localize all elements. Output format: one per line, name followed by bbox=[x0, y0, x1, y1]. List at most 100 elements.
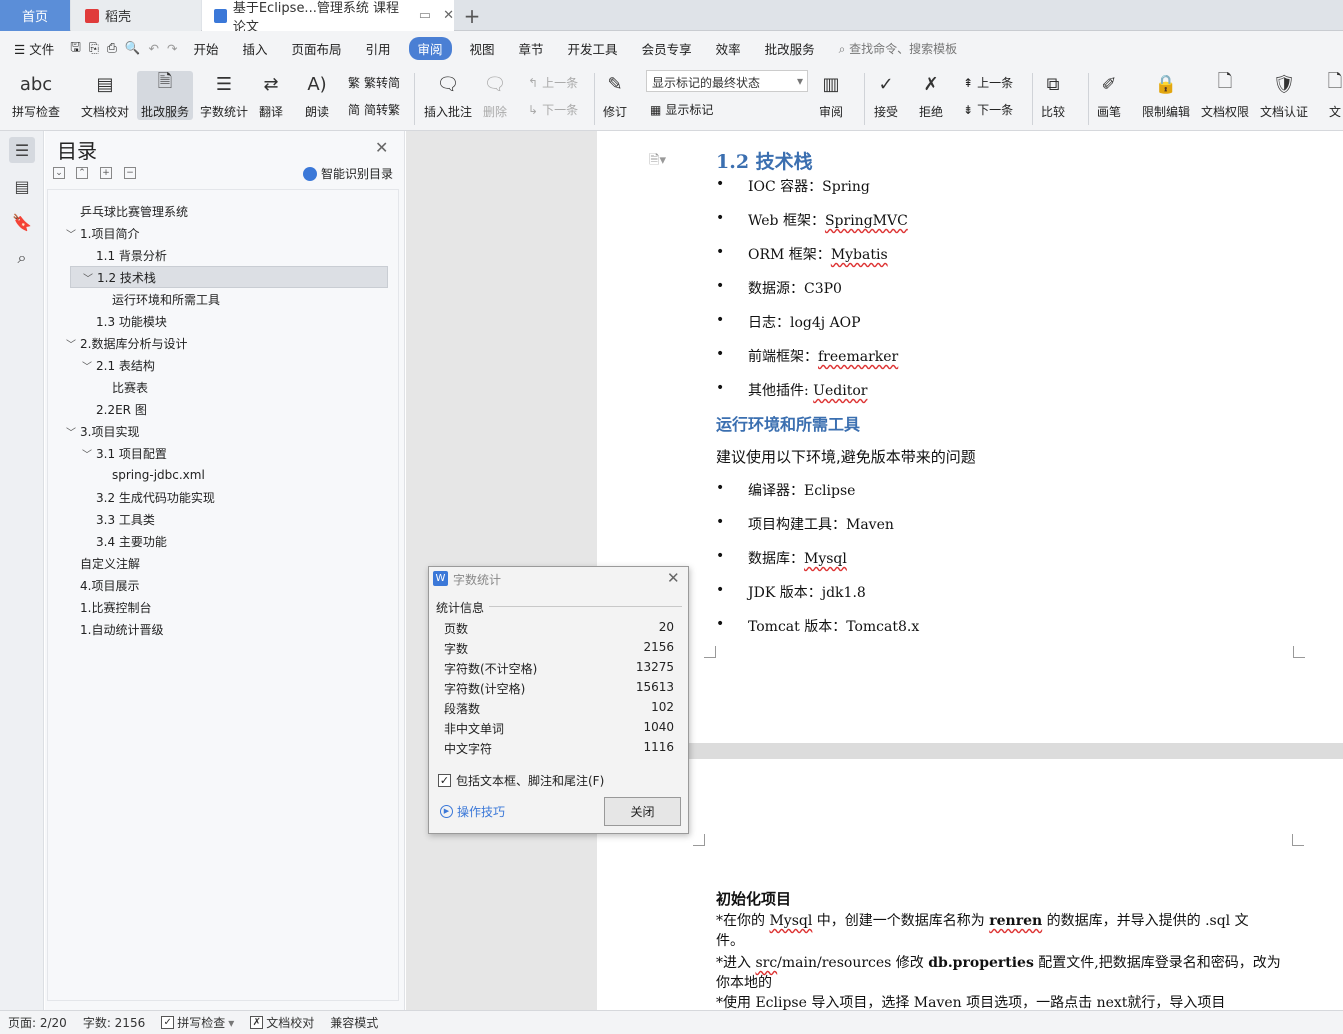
include-textbox-checkbox[interactable]: ✓ 包括文本框、脚注和尾注(F) bbox=[438, 772, 604, 789]
prev-comment-button[interactable]: ↰ 上一条 bbox=[528, 74, 578, 91]
menu-insert[interactable]: 插入 bbox=[230, 39, 279, 58]
remove-level-icon[interactable]: − bbox=[124, 167, 136, 179]
outline-item[interactable]: 3.2 生成代码功能实现 bbox=[48, 486, 392, 508]
outline-item[interactable]: 1.3 功能模块 bbox=[48, 310, 392, 332]
collapse-all-icon[interactable]: ⌄ bbox=[53, 167, 65, 179]
insert-comment-button[interactable]: 🗨 插入批注 bbox=[424, 71, 472, 120]
outline-item[interactable]: 比赛表 bbox=[48, 376, 392, 398]
undo-icon[interactable]: ↶ bbox=[144, 41, 162, 56]
next-change-button[interactable]: ⇟ 下一条 bbox=[963, 101, 1013, 118]
outline-item[interactable]: ﹀ 2.1 表结构 bbox=[48, 354, 392, 376]
menu-efficiency[interactable]: 效率 bbox=[704, 39, 753, 58]
outline-item[interactable]: 4.项目展示 bbox=[48, 574, 392, 596]
spellcheck-status[interactable]: ✓ 拼写检查 ▾ bbox=[153, 1014, 242, 1031]
outline-item[interactable]: ﹀ 1.2 技术栈 bbox=[70, 266, 388, 288]
outline-item[interactable]: ﹀ 1.项目简介 bbox=[48, 222, 392, 244]
menu-member[interactable]: 会员专享 bbox=[630, 39, 704, 58]
tips-link[interactable]: ▶ 操作技巧 bbox=[440, 803, 505, 820]
outline-item[interactable]: 乒乓球比赛管理系统 bbox=[48, 200, 392, 222]
close-tab-icon[interactable]: ✕ bbox=[443, 8, 454, 23]
menu-reference[interactable]: 引用 bbox=[353, 39, 402, 58]
outline-item[interactable]: ﹀ 2.数据库分析与设计 bbox=[48, 332, 392, 354]
close-button[interactable]: 关闭 bbox=[604, 797, 681, 826]
chapter-icon[interactable]: ▤ bbox=[9, 173, 35, 199]
chevron-down-icon[interactable]: ﹀ bbox=[64, 226, 78, 241]
save-icon[interactable]: 🖫 bbox=[66, 38, 85, 59]
menu-file[interactable]: ☰ 文件 bbox=[0, 39, 66, 58]
page-indicator[interactable]: 页面: 2/20 bbox=[0, 1014, 75, 1031]
smart-toc-button[interactable]: 智能识别目录 bbox=[303, 165, 393, 182]
menu-view[interactable]: 视图 bbox=[458, 39, 507, 58]
doccheck-status[interactable]: ✗ 文档校对 bbox=[242, 1014, 322, 1031]
add-level-icon[interactable]: + bbox=[100, 167, 112, 179]
restrict-edit-button[interactable]: 🔒 限制编辑 bbox=[1142, 71, 1190, 120]
add-tab-icon[interactable]: + bbox=[462, 0, 482, 31]
menu-correction[interactable]: 批改服务 bbox=[753, 39, 827, 58]
correction-button[interactable]: 🗎 批改服务 bbox=[137, 71, 194, 120]
next-comment-button[interactable]: ↳ 下一条 bbox=[528, 101, 578, 118]
revise-button[interactable]: ✎ 修订 bbox=[602, 71, 628, 120]
preview-icon[interactable]: 🔍 bbox=[121, 40, 145, 56]
close-icon[interactable]: ✕ bbox=[375, 138, 388, 157]
export-icon[interactable]: ⎘ bbox=[85, 40, 103, 56]
paragraph-menu-icon[interactable]: 🗎▾ bbox=[649, 151, 666, 173]
doccheck-button[interactable]: ▤ 文档校对 bbox=[81, 71, 129, 120]
accept-button[interactable]: ✓ 接受 bbox=[873, 71, 899, 120]
outline-item[interactable]: ﹀ 3.项目实现 bbox=[48, 420, 392, 442]
expand-up-icon[interactable]: ⌃ bbox=[76, 167, 88, 179]
simp-to-trad-button[interactable]: 简简转繁 bbox=[348, 101, 400, 118]
reject-button[interactable]: ✗ 拒绝 bbox=[918, 71, 944, 120]
translate-button[interactable]: ⇄ 翻译 bbox=[258, 71, 284, 120]
chevron-down-icon[interactable]: ﹀ bbox=[64, 336, 78, 351]
menu-review[interactable]: 审阅 bbox=[408, 36, 452, 60]
more-ribbon-button[interactable]: 🗋 文 bbox=[1322, 71, 1343, 120]
outline-item[interactable]: 运行环境和所需工具 bbox=[48, 288, 392, 310]
outline-item[interactable]: spring-jdbc.xml bbox=[48, 464, 392, 486]
chevron-down-icon[interactable]: ﹀ bbox=[81, 270, 95, 285]
redo-icon[interactable]: ↷ bbox=[163, 41, 181, 56]
menu-devtools[interactable]: 开发工具 bbox=[556, 39, 630, 58]
bookmark-icon[interactable]: 🔖 bbox=[9, 209, 35, 235]
outline-item[interactable]: 1.比赛控制台 bbox=[48, 596, 392, 618]
spellcheck-button[interactable]: abc 拼写检查 bbox=[12, 71, 60, 120]
doc-permission-button[interactable]: 🗋 文档权限 bbox=[1201, 71, 1249, 120]
outline-item[interactable]: ﹀ 3.1 项目配置 bbox=[48, 442, 392, 464]
document-page-1[interactable]: 🗎▾ bbox=[597, 131, 1343, 743]
document-page-2[interactable] bbox=[597, 759, 1343, 1010]
chevron-down-icon[interactable]: ﹀ bbox=[80, 358, 94, 373]
trad-to-simp-button[interactable]: 繁繁转简 bbox=[348, 74, 400, 91]
compare-button[interactable]: ⧉ 比较 bbox=[1040, 71, 1066, 120]
outline-item[interactable]: 1.自动统计晋级 bbox=[48, 618, 392, 640]
show-markup-button[interactable]: ▦ 显示标记 bbox=[650, 101, 713, 118]
tab-document[interactable]: 基于Eclipse...管理系统 课程论文 ▭ ✕ bbox=[202, 0, 454, 35]
screen-icon[interactable]: ▭ bbox=[419, 8, 431, 23]
review-button[interactable]: ▥ 审阅 bbox=[818, 71, 844, 120]
menu-start[interactable]: 开始 bbox=[181, 39, 230, 58]
tab-home[interactable]: 首页 bbox=[0, 0, 70, 31]
delete-comment-button[interactable]: 🗨 删除 bbox=[482, 71, 508, 120]
print-icon[interactable]: ⎙ bbox=[103, 40, 121, 56]
outline-item[interactable]: 3.3 工具类 bbox=[48, 508, 392, 530]
menu-layout[interactable]: 页面布局 bbox=[279, 39, 353, 58]
find-icon[interactable]: ⌕ bbox=[9, 245, 35, 271]
command-search[interactable]: ⌕ 查找命令、搜索模板 bbox=[839, 40, 958, 57]
outline-item[interactable]: 3.4 主要功能 bbox=[48, 530, 392, 552]
menu-bar: ☰ 文件 🖫 ⎘ ⎙ 🔍 ↶ ↷ 开始 插入 页面布局 引用 审阅 视图 章节 … bbox=[0, 31, 1343, 65]
close-icon[interactable]: ✕ bbox=[667, 569, 680, 587]
outline-item[interactable]: 1.1 背景分析 bbox=[48, 244, 392, 266]
chevron-down-icon[interactable]: ﹀ bbox=[80, 446, 94, 461]
outline-item[interactable]: 2.2ER 图 bbox=[48, 398, 392, 420]
doc-cert-button[interactable]: 🛡 文档认证 bbox=[1260, 71, 1308, 120]
chevron-down-icon[interactable]: ﹀ bbox=[64, 424, 78, 439]
outline-item[interactable]: 自定义注解 bbox=[48, 552, 392, 574]
read-aloud-button[interactable]: A) 朗读 bbox=[304, 71, 330, 120]
prev-change-button[interactable]: ⇞ 上一条 bbox=[963, 74, 1013, 91]
markup-state-select[interactable]: 显示标记的最终状态 ▾ bbox=[646, 70, 808, 92]
outline-icon[interactable]: ☰ bbox=[9, 137, 35, 163]
pen-button[interactable]: ✐ 画笔 bbox=[1096, 71, 1122, 120]
tab-daoke[interactable]: 稻壳 bbox=[71, 0, 201, 31]
word-count-indicator[interactable]: 字数: 2156 bbox=[75, 1014, 153, 1031]
menu-chapter[interactable]: 章节 bbox=[507, 39, 556, 58]
wordcount-button[interactable]: ☰ 字数统计 bbox=[200, 71, 248, 120]
outline-item-label: 4.项目展示 bbox=[80, 578, 140, 593]
